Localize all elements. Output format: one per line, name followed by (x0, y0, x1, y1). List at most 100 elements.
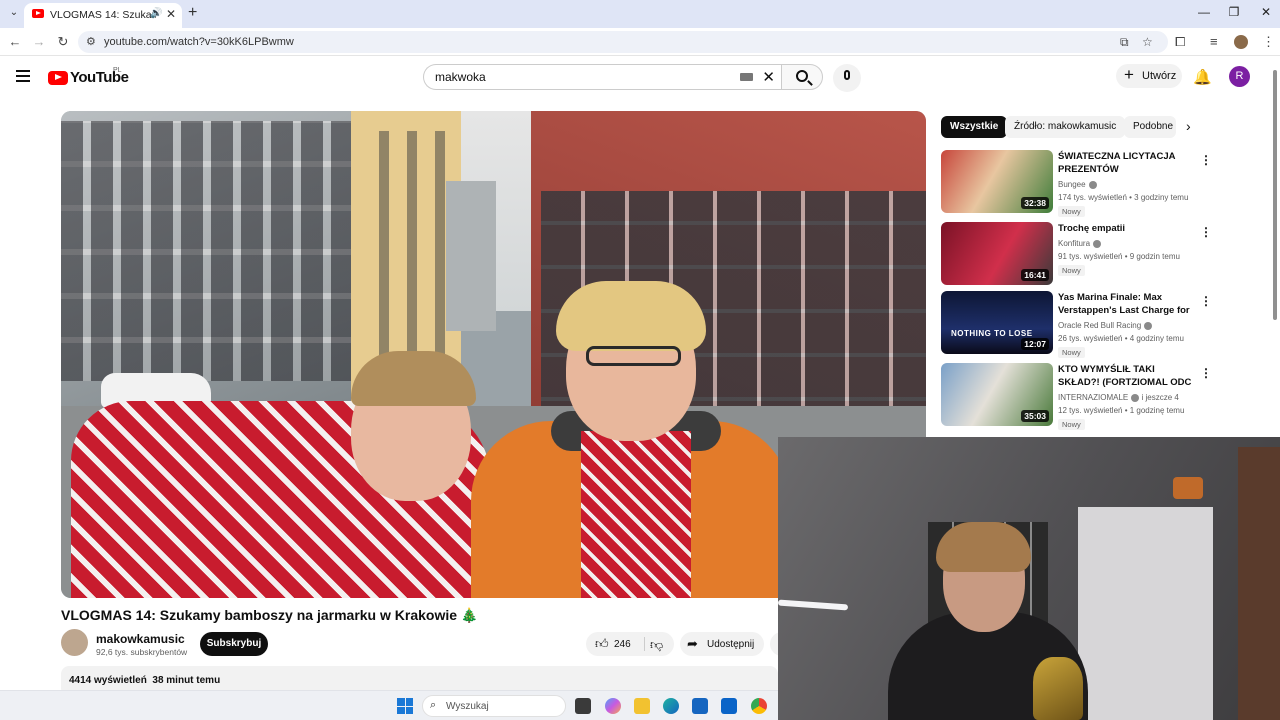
subscribe-button[interactable]: Subskrybuj (200, 632, 268, 656)
chrome-menu-icon[interactable]: ⋮ (1262, 34, 1275, 50)
rec-thumbnail[interactable]: 35:03 (941, 363, 1053, 426)
verified-icon (1088, 180, 1097, 189)
back-icon[interactable]: ← (7, 34, 23, 49)
chip-all[interactable]: Wszystkie (941, 116, 1008, 138)
notifications-bell-icon[interactable]: 🔔 (1193, 68, 1212, 86)
edge-browser-icon[interactable] (663, 698, 679, 714)
chip-source[interactable]: Źródło: makowkamusic (1005, 116, 1126, 138)
rec-channel[interactable]: Bungee (1058, 180, 1097, 189)
new-tab-button[interactable]: + (188, 4, 197, 22)
youtube-favicon-icon (32, 9, 44, 18)
forward-icon[interactable]: → (31, 34, 47, 49)
tab-search-chevron-icon[interactable]: ⌄ (6, 5, 22, 21)
rec-channel-name[interactable]: Oracle Red Bull Racing (1058, 321, 1141, 330)
rec-title[interactable]: Trochę empatii (1058, 222, 1198, 235)
browser-toolbar: ← → ↻ ⚙ youtube.com/watch?v=30kK6LPBwmw … (0, 28, 1280, 56)
thumbs-up-icon[interactable]: 👍︎ (595, 636, 609, 652)
profile-avatar[interactable] (1234, 35, 1248, 49)
rec-channel-extra[interactable]: i jeszcze 4 (1141, 393, 1178, 402)
rec-channel[interactable]: Konfitura (1058, 239, 1102, 248)
rec-new-badge: Nowy (1058, 206, 1085, 217)
rec-title[interactable]: Yas Marina Finale: Max Verstappen's Last… (1058, 291, 1198, 317)
recommendation-item[interactable]: 32:38 ŚWIATECZNA LICYTACJA PREZENTÓW Bun… (941, 150, 1271, 217)
chip-similar[interactable]: Podobne (1124, 116, 1176, 138)
site-info-icon[interactable]: ⚙ (86, 35, 96, 48)
youtube-header: YouTube PL makwoka ✕ + Utwórz 🔔 R (0, 56, 1280, 100)
rec-thumbnail[interactable]: NOTHING TO LOSE 12:07 (941, 291, 1053, 354)
minimize-icon[interactable]: — (1194, 5, 1214, 19)
voice-search-button[interactable] (833, 64, 861, 92)
rec-duration: 16:41 (1021, 269, 1049, 281)
rec-channel-name[interactable]: Konfitura (1058, 239, 1090, 248)
account-avatar[interactable]: R (1229, 66, 1250, 87)
channel-name[interactable]: makowkamusic (96, 632, 185, 646)
plus-icon: + (1124, 65, 1134, 84)
start-windows-icon[interactable] (397, 698, 413, 714)
reload-icon[interactable]: ↻ (55, 34, 71, 50)
restore-icon[interactable]: ❐ (1224, 5, 1244, 19)
share-button[interactable]: ➦ Udostępnij (680, 632, 764, 656)
rec-channel-name[interactable]: Bungee (1058, 180, 1086, 189)
address-bar[interactable]: ⚙ youtube.com/watch?v=30kK6LPBwmw ⧉ ☆ (78, 31, 1168, 53)
rec-channel[interactable]: Oracle Red Bull Racing (1058, 321, 1153, 330)
taskbar-search-input[interactable]: ⌕ Wyszukaj (422, 695, 566, 717)
tab-title: VLOGMAS 14: Szukamy bamboszy na jarmarku… (50, 9, 156, 21)
rec-channel[interactable]: INTERNAZIOMALE i jeszcze 4 (1058, 393, 1179, 402)
taskbar-search-placeholder: Wyszukaj (446, 701, 489, 712)
scrollbar-thumb[interactable] (1273, 70, 1277, 320)
more-options-icon[interactable]: ⋮ (1200, 153, 1212, 167)
create-label: Utwórz (1142, 70, 1177, 82)
search-value[interactable]: makwoka (435, 70, 486, 84)
rec-channel-name[interactable]: INTERNAZIOMALE (1058, 393, 1128, 402)
extensions-icon[interactable]: ⧠ (1175, 34, 1185, 50)
task-view-icon[interactable] (575, 698, 591, 714)
rec-title[interactable]: KTO WYMYŚLIŁ TAKI SKŁAD?! (FORTZIOMAL OD… (1058, 363, 1198, 389)
recommendation-item[interactable]: NOTHING TO LOSE 12:07 Yas Marina Finale:… (941, 291, 1271, 358)
keyboard-icon[interactable] (740, 73, 753, 81)
rec-title[interactable]: ŚWIATECZNA LICYTACJA PREZENTÓW (1058, 150, 1198, 176)
create-button[interactable]: + Utwórz (1116, 64, 1182, 88)
bookmark-star-icon[interactable]: ☆ (1142, 35, 1153, 49)
more-options-icon[interactable]: ⋮ (1200, 225, 1212, 239)
file-explorer-icon[interactable] (634, 698, 650, 714)
rec-thumbnail[interactable]: 16:41 (941, 222, 1053, 285)
share-label: Udostępnij (707, 639, 755, 650)
clear-search-icon[interactable]: ✕ (762, 68, 775, 86)
channel-avatar[interactable] (61, 629, 88, 656)
outlook-icon[interactable] (721, 698, 737, 714)
verified-icon (1131, 393, 1140, 402)
browser-tab[interactable]: VLOGMAS 14: Szukamy bamboszy na jarmarku… (24, 3, 182, 28)
video-glasses (586, 346, 681, 366)
store-icon[interactable] (692, 698, 708, 714)
search-button[interactable] (781, 64, 823, 90)
recommendation-item[interactable]: 35:03 KTO WYMYŚLIŁ TAKI SKŁAD?! (FORTZIO… (941, 363, 1271, 430)
like-count[interactable]: 246 (614, 639, 631, 650)
menu-hamburger-icon[interactable] (16, 70, 30, 82)
chevron-right-icon[interactable]: › (1186, 118, 1191, 134)
copilot-icon[interactable] (605, 698, 621, 714)
rec-duration: 32:38 (1021, 197, 1049, 209)
media-controls-icon[interactable]: ≡ (1210, 34, 1218, 49)
more-options-icon[interactable]: ⋮ (1200, 366, 1212, 380)
audio-playing-icon[interactable]: 🔊 (150, 8, 162, 19)
close-window-icon[interactable]: ✕ (1256, 5, 1276, 19)
search-input[interactable]: makwoka ✕ (423, 64, 781, 90)
chrome-icon[interactable] (751, 698, 767, 714)
install-app-icon[interactable]: ⧉ (1120, 35, 1129, 50)
page-scrollbar[interactable] (1271, 60, 1279, 440)
rec-new-badge: Nowy (1058, 347, 1085, 358)
video-title: VLOGMAS 14: Szukamy bamboszy na jarmarku… (61, 607, 479, 623)
close-tab-icon[interactable]: ✕ (166, 7, 176, 21)
thumbs-down-icon[interactable]: 👎︎ (650, 637, 663, 653)
more-options-icon[interactable]: ⋮ (1200, 294, 1212, 308)
windows-taskbar: ⌕ Wyszukaj (0, 690, 778, 720)
rec-meta: 12 tys. wyświetleń • 1 godzinę temu (1058, 406, 1185, 415)
verified-icon (1093, 239, 1102, 248)
rec-meta: 26 tys. wyświetleń • 4 godziny temu (1058, 334, 1184, 343)
rec-thumbnail[interactable]: 32:38 (941, 150, 1053, 213)
url-text[interactable]: youtube.com/watch?v=30kK6LPBwmw (104, 36, 294, 48)
verified-icon (1144, 321, 1153, 330)
tab-strip: ⌄ VLOGMAS 14: Szukamy bamboszy na jarmar… (0, 0, 1280, 28)
rec-thumb-overlay-text: NOTHING TO LOSE (951, 329, 1033, 338)
recommendation-item[interactable]: 16:41 Trochę empatii Konfitura 91 tys. w… (941, 222, 1271, 288)
